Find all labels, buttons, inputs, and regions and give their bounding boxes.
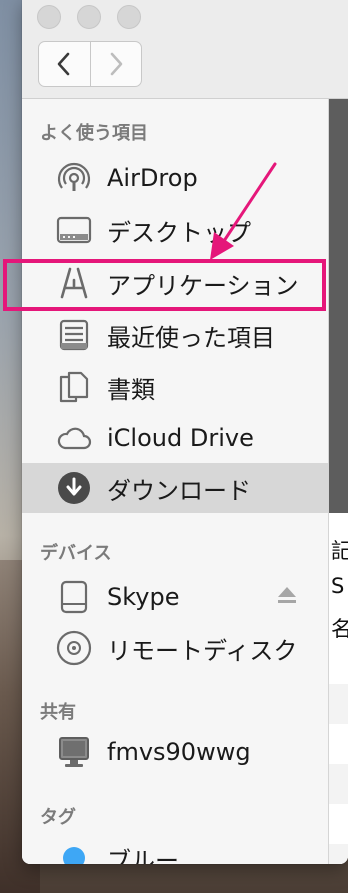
- column-fragment: 名: [331, 613, 348, 643]
- airdrop-icon: [56, 160, 92, 196]
- sidebar-item-label: AirDrop: [107, 164, 198, 192]
- sidebar-item-label: Skype: [107, 583, 180, 611]
- sidebar-item-label: 最近使った項目: [107, 323, 275, 352]
- favorites-section-title: よく使う項目: [40, 123, 148, 144]
- table-row: [329, 684, 348, 724]
- chevron-left-icon: [57, 52, 70, 76]
- column-fragment: 記: [331, 535, 348, 565]
- sidebar-item-label: リモートディスク: [107, 636, 298, 665]
- desktop-icon: [56, 212, 92, 248]
- toolbar: [22, 0, 348, 99]
- sidebar-item-label: fmvs90wwg: [107, 738, 251, 766]
- sidebar-item-fmvs90wwg[interactable]: fmvs90wwg: [22, 727, 328, 777]
- table-row: [329, 764, 348, 804]
- zoom-button[interactable]: [117, 5, 141, 29]
- column-fragment: S: [331, 574, 345, 598]
- file-list-pane: 記 S 名: [328, 99, 348, 864]
- minimize-button[interactable]: [77, 5, 101, 29]
- recents-icon: [56, 317, 92, 353]
- sidebar-item-skype[interactable]: Skype: [22, 572, 328, 622]
- sidebar-item-documents[interactable]: 書類: [22, 362, 328, 412]
- sidebar-item-icloud-drive[interactable]: iCloud Drive: [22, 413, 328, 463]
- icloud-icon: [56, 420, 92, 456]
- devices-section-title: デバイス: [40, 543, 112, 564]
- back-button[interactable]: [39, 42, 90, 86]
- forward-button[interactable]: [89, 42, 142, 86]
- shared-section-title: 共有: [40, 702, 76, 723]
- computer-icon: [56, 734, 92, 770]
- navigation-buttons: [38, 41, 142, 87]
- sidebar-item-remote-disc[interactable]: リモートディスク: [22, 623, 328, 673]
- remote-disc-icon: [56, 630, 92, 666]
- sidebar-item-tag-blue[interactable]: ブルー: [22, 833, 328, 864]
- tag-color-dot: [56, 840, 92, 864]
- close-button[interactable]: [37, 5, 61, 29]
- sidebar-item-label: iCloud Drive: [107, 424, 254, 452]
- sidebar-item-label: 書類: [107, 375, 155, 404]
- sidebar-item-recents[interactable]: 最近使った項目: [22, 310, 328, 360]
- file-list-header-area: [329, 99, 348, 513]
- sidebar-item-label: ブルー: [107, 846, 179, 865]
- disk-icon: [56, 579, 92, 615]
- sidebar-item-label: ダウンロード: [107, 476, 251, 505]
- eject-icon[interactable]: [276, 585, 298, 609]
- chevron-right-icon: [110, 52, 123, 76]
- documents-icon: [56, 369, 92, 405]
- downloads-icon: [56, 470, 92, 506]
- tags-section-title: タグ: [40, 807, 76, 828]
- finder-window: よく使う項目 AirDrop デスクトップ アプリケーション 最近使った項目 書…: [22, 0, 348, 864]
- annotation-arrow-icon: [210, 162, 277, 260]
- table-row: [329, 844, 348, 864]
- sidebar-item-downloads[interactable]: ダウンロード: [22, 463, 328, 513]
